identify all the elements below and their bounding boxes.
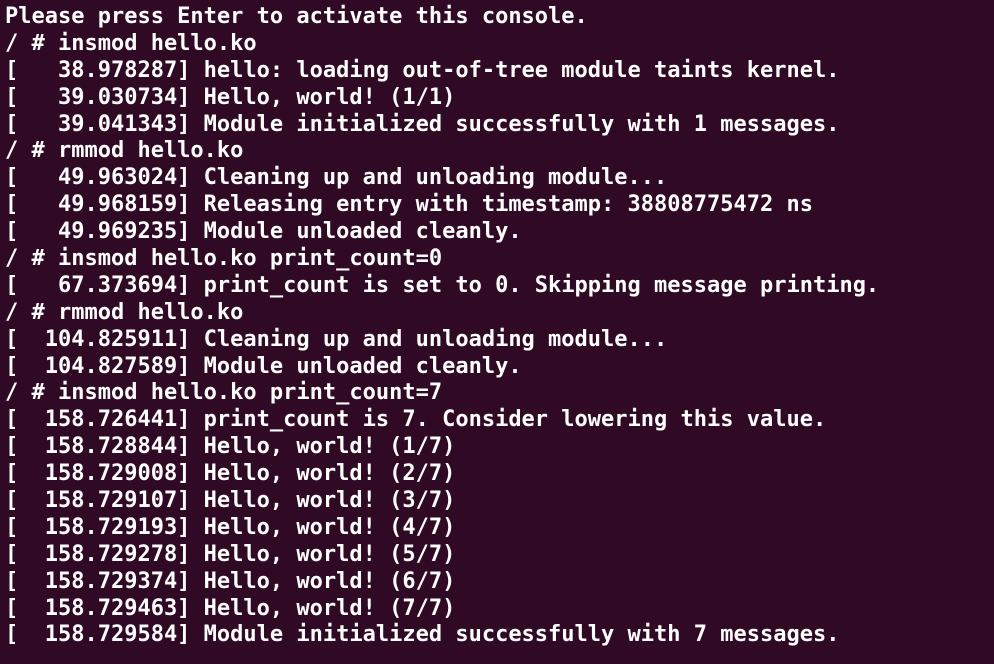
shell-command-line: / # rmmod hello.ko (5, 138, 244, 164)
kernel-log-line: [ 67.373694] print_count is set to 0. Sk… (5, 272, 880, 298)
kernel-log-line: [ 158.729463] Hello, world! (7/7) (5, 595, 456, 621)
kernel-log-line: [ 158.729008] Hello, world! (2/7) (5, 461, 456, 487)
kernel-log-line: [ 158.729193] Hello, world! (4/7) (5, 514, 456, 540)
kernel-log-line: [ 104.827589] Module unloaded cleanly. (5, 353, 522, 379)
kernel-log-line: [ 49.968159] Releasing entry with timest… (5, 192, 813, 218)
kernel-log-line: [ 49.963024] Cleaning up and unloading m… (5, 165, 668, 191)
kernel-log-line: [ 39.041343] Module initialized successf… (5, 111, 840, 137)
kernel-log-line: [ 158.729584] Module initialized success… (5, 622, 840, 648)
shell-command-line: / # insmod hello.ko (5, 30, 257, 56)
console-prompt-message: Please press Enter to activate this cons… (5, 4, 588, 29)
kernel-log-line: [ 49.969235] Module unloaded cleanly. (5, 219, 522, 245)
kernel-log-line: [ 38.978287] hello: loading out-of-tree … (5, 57, 840, 83)
shell-command-line: / # insmod hello.ko print_count=7 (5, 380, 443, 406)
kernel-log-line: [ 158.729107] Hello, world! (3/7) (5, 488, 456, 514)
kernel-log-line: [ 158.729374] Hello, world! (6/7) (5, 568, 456, 594)
kernel-log-line: [ 39.030734] Hello, world! (1/1) (5, 84, 456, 110)
terminal-window[interactable]: Please press Enter to activate this cons… (0, 0, 994, 664)
kernel-log-line: [ 104.825911] Cleaning up and unloading … (5, 326, 668, 352)
kernel-log-line: [ 158.726441] print_count is 7. Consider… (5, 407, 827, 433)
shell-command-line: / # insmod hello.ko print_count=0 (5, 246, 443, 272)
kernel-log-line: [ 158.728844] Hello, world! (1/7) (5, 434, 456, 460)
kernel-log-line: [ 158.729278] Hello, world! (5/7) (5, 541, 456, 567)
shell-command-line: / # rmmod hello.ko (5, 299, 244, 325)
